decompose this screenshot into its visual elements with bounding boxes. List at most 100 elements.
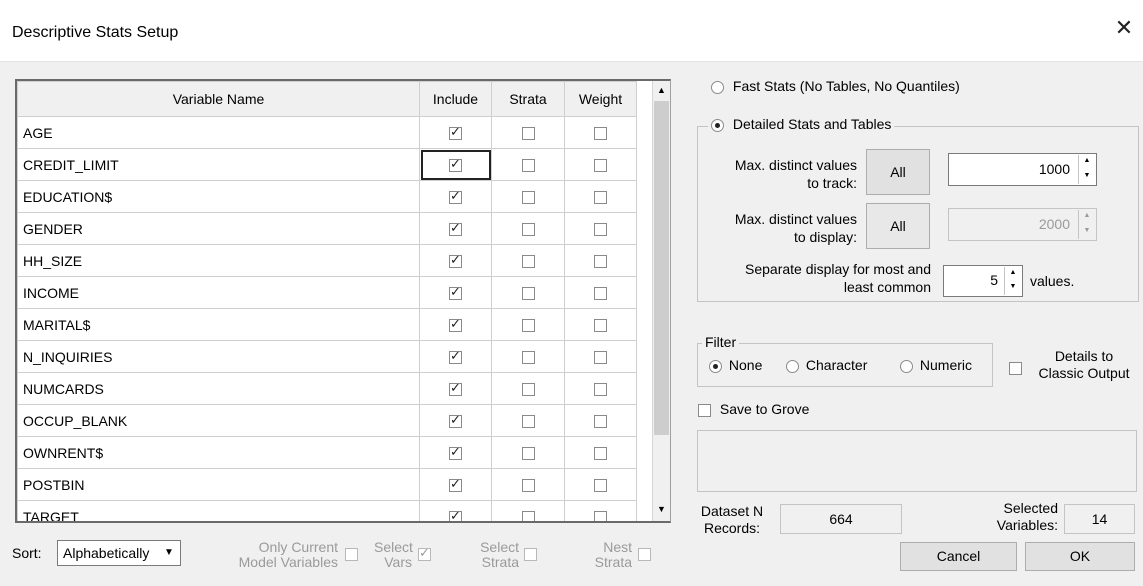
detailed-stats-option[interactable]: Detailed Stats and Tables: [708, 116, 895, 132]
variable-name-cell[interactable]: HH_SIZE: [17, 244, 420, 277]
filter-character-option[interactable]: Character: [786, 357, 867, 373]
include-checkbox[interactable]: [449, 445, 462, 461]
separate-spinner[interactable]: ▲ ▼: [1004, 267, 1021, 295]
save-grove-checkbox[interactable]: [698, 403, 711, 417]
filter-character-radio[interactable]: [786, 359, 799, 373]
variable-name-cell[interactable]: N_INQUIRIES: [17, 340, 420, 373]
strata-checkbox[interactable]: [521, 479, 535, 493]
include-checkbox[interactable]: [449, 157, 462, 173]
variable-name-cell[interactable]: EDUCATION$: [17, 180, 420, 213]
strata-checkbox[interactable]: [521, 511, 535, 521]
sort-select[interactable]: Alphabetically ▼: [57, 540, 181, 566]
strata-checkbox[interactable]: [521, 447, 535, 461]
table-row[interactable]: OWNRENT$: [17, 436, 637, 469]
include-checkbox[interactable]: [449, 413, 462, 429]
track-spinner[interactable]: ▲ ▼: [1078, 155, 1095, 184]
filter-numeric-option[interactable]: Numeric: [900, 357, 972, 373]
filter-none-radio[interactable]: [709, 359, 722, 373]
scroll-down-icon[interactable]: ▼: [653, 501, 670, 518]
include-checkbox[interactable]: [449, 221, 462, 237]
include-checkbox[interactable]: [449, 253, 462, 269]
weight-checkbox[interactable]: [594, 511, 607, 521]
variable-name-cell[interactable]: OWNRENT$: [17, 436, 420, 469]
scroll-up-icon[interactable]: ▲: [653, 82, 670, 99]
separate-values-field[interactable]: 5 ▲ ▼: [943, 265, 1023, 297]
include-checkbox[interactable]: [449, 285, 462, 301]
strata-checkbox[interactable]: [521, 127, 535, 141]
variable-name-cell[interactable]: OCCUP_BLANK: [17, 404, 420, 437]
strata-checkbox[interactable]: [521, 191, 535, 205]
variable-name-cell[interactable]: AGE: [17, 116, 420, 149]
header-strata[interactable]: Strata: [491, 81, 565, 117]
cancel-button[interactable]: Cancel: [900, 542, 1017, 571]
grid-scrollbar[interactable]: ▲ ▼: [652, 81, 670, 521]
variable-grid[interactable]: Variable Name Include Strata Weight AGEC…: [15, 79, 671, 523]
fast-stats-radio[interactable]: [711, 80, 724, 94]
strata-checkbox[interactable]: [521, 223, 535, 237]
variable-name-cell[interactable]: INCOME: [17, 276, 420, 309]
detailed-stats-radio[interactable]: [711, 118, 724, 132]
include-checkbox[interactable]: [449, 125, 462, 141]
strata-checkbox[interactable]: [521, 319, 535, 333]
table-row[interactable]: GENDER: [17, 212, 637, 245]
display-spinner[interactable]: ▲ ▼: [1078, 210, 1095, 239]
include-checkbox[interactable]: [449, 189, 462, 205]
include-checkbox[interactable]: [449, 317, 462, 333]
variable-name-cell[interactable]: NUMCARDS: [17, 372, 420, 405]
table-row[interactable]: TARGET: [17, 500, 637, 521]
table-row[interactable]: EDUCATION$: [17, 180, 637, 213]
include-checkbox[interactable]: [449, 477, 462, 493]
weight-checkbox[interactable]: [594, 319, 607, 333]
table-row[interactable]: MARITAL$: [17, 308, 637, 341]
weight-checkbox[interactable]: [594, 383, 607, 397]
scroll-thumb[interactable]: [654, 101, 669, 435]
header-include[interactable]: Include: [419, 81, 492, 117]
include-checkbox[interactable]: [449, 381, 462, 397]
display-values-field[interactable]: 2000 ▲ ▼: [948, 208, 1097, 241]
variable-name-cell[interactable]: GENDER: [17, 212, 420, 245]
select-strata-checkbox[interactable]: [524, 548, 537, 561]
variable-name-cell[interactable]: TARGET: [17, 500, 420, 521]
fast-stats-option[interactable]: Fast Stats (No Tables, No Quantiles): [711, 78, 960, 94]
filter-none-option[interactable]: None: [709, 357, 762, 373]
weight-checkbox[interactable]: [594, 415, 607, 429]
weight-checkbox[interactable]: [594, 351, 607, 365]
header-weight[interactable]: Weight: [564, 81, 637, 117]
weight-checkbox[interactable]: [594, 447, 607, 461]
variable-name-cell[interactable]: POSTBIN: [17, 468, 420, 501]
chevron-down-icon[interactable]: ▼: [160, 543, 178, 563]
weight-checkbox[interactable]: [594, 223, 607, 237]
header-variable-name[interactable]: Variable Name: [17, 81, 420, 117]
track-values-field[interactable]: 1000 ▲ ▼: [948, 153, 1097, 186]
table-row[interactable]: POSTBIN: [17, 468, 637, 501]
only-current-checkbox[interactable]: [345, 548, 358, 561]
strata-checkbox[interactable]: [521, 255, 535, 269]
strata-checkbox[interactable]: [521, 415, 535, 429]
table-row[interactable]: NUMCARDS: [17, 372, 637, 405]
weight-checkbox[interactable]: [594, 159, 607, 173]
variable-name-cell[interactable]: CREDIT_LIMIT: [17, 148, 420, 181]
select-vars-checkbox[interactable]: [418, 546, 431, 561]
weight-checkbox[interactable]: [594, 191, 607, 205]
strata-checkbox[interactable]: [521, 383, 535, 397]
display-all-button[interactable]: All: [866, 203, 930, 249]
track-all-button[interactable]: All: [866, 149, 930, 195]
table-row[interactable]: CREDIT_LIMIT: [17, 148, 637, 181]
filter-numeric-radio[interactable]: [900, 359, 913, 373]
weight-checkbox[interactable]: [594, 127, 607, 141]
table-row[interactable]: HH_SIZE: [17, 244, 637, 277]
include-checkbox[interactable]: [449, 349, 462, 365]
strata-checkbox[interactable]: [521, 287, 535, 301]
table-row[interactable]: AGE: [17, 116, 637, 149]
details-classic-checkbox[interactable]: [1009, 362, 1022, 375]
weight-checkbox[interactable]: [594, 287, 607, 301]
table-row[interactable]: OCCUP_BLANK: [17, 404, 637, 437]
save-grove-option[interactable]: Save to Grove: [698, 401, 809, 417]
table-row[interactable]: INCOME: [17, 276, 637, 309]
nest-strata-checkbox[interactable]: [638, 548, 651, 561]
strata-checkbox[interactable]: [521, 351, 535, 365]
ok-button[interactable]: OK: [1025, 542, 1135, 571]
include-checkbox[interactable]: [449, 509, 462, 521]
weight-checkbox[interactable]: [594, 255, 607, 269]
variable-name-cell[interactable]: MARITAL$: [17, 308, 420, 341]
